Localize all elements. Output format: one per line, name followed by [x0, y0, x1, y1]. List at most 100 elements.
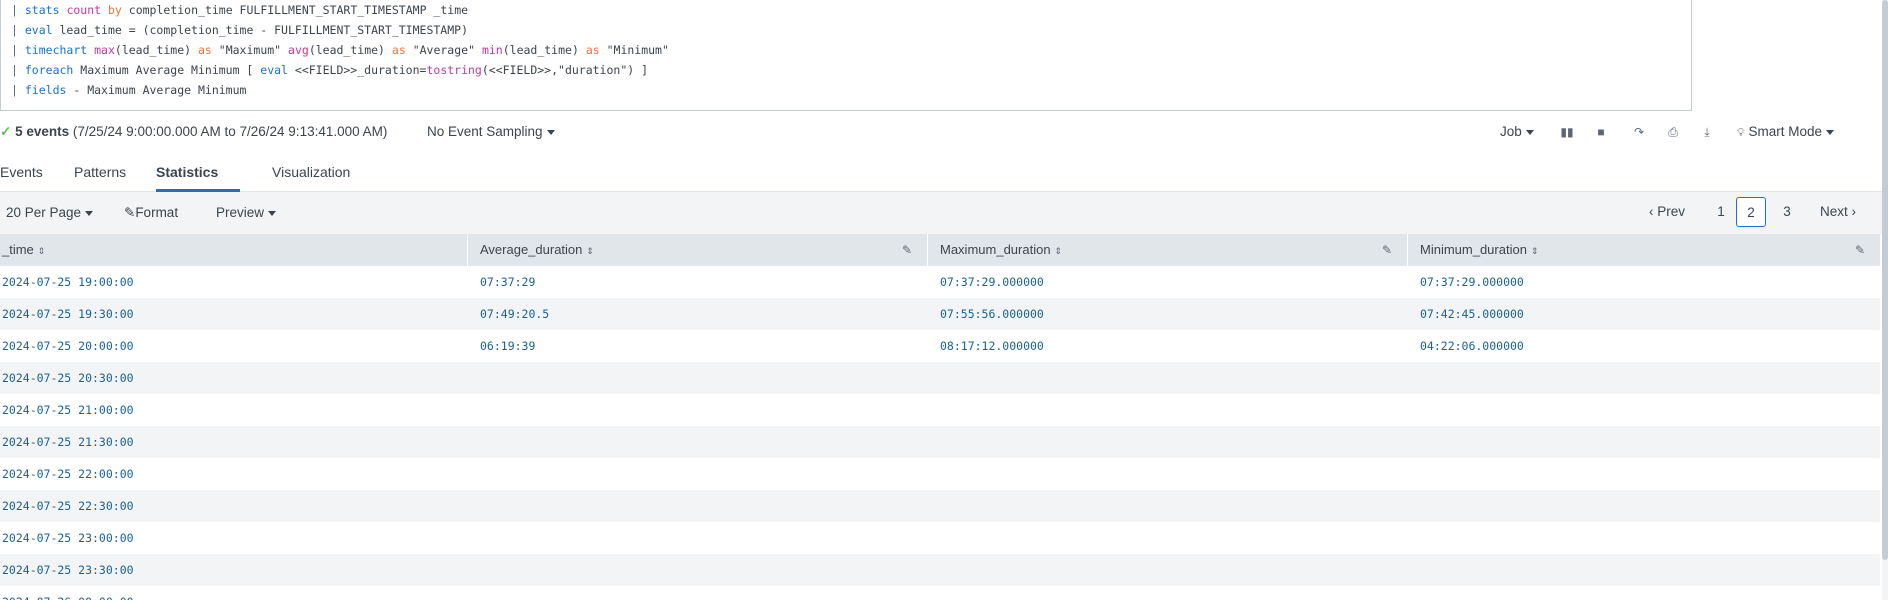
table-row: 2024-07-26 00:00:00: [0, 586, 1880, 600]
scrollbar-thumb[interactable]: [1882, 0, 1888, 560]
chevron-down-icon: [268, 210, 277, 216]
table-row: 2024-07-25 20:30:00: [0, 362, 1880, 394]
page-3-button[interactable]: 3: [1772, 197, 1802, 227]
tab-events[interactable]: Events: [0, 152, 43, 192]
query-token: (lead_time): [502, 43, 586, 57]
query-token: by: [108, 3, 122, 17]
print-icon[interactable]: ⎙: [1665, 124, 1681, 140]
table-row: 2024-07-25 19:30:00 07:49:20.5 07:55:56.00…: [0, 298, 1880, 330]
table-controls: 20 Per Page ✎Format Preview: [0, 192, 1888, 234]
chevron-down-icon: [1826, 129, 1834, 135]
job-dropdown[interactable]: Job: [1500, 116, 1534, 148]
query-pipe: |: [11, 23, 18, 37]
sort-icon[interactable]: ⇕: [1531, 235, 1539, 267]
query-token: <<FIELD>>_duration=: [287, 63, 427, 77]
query-token: foreach: [24, 63, 74, 77]
column-header[interactable]: _time ⇕: [2, 234, 45, 266]
query-line: | timechart max(lead_time) as "Maximum" …: [11, 40, 669, 60]
stop-icon[interactable]: ■: [1593, 124, 1609, 140]
preview-label: Preview: [216, 205, 265, 220]
query-token: eval: [24, 23, 53, 37]
sort-icon[interactable]: ⇕: [586, 235, 594, 267]
column-header[interactable]: Average_duration ⇕: [480, 234, 594, 266]
table-cell[interactable]: 2024-07-25 20:30:00: [2, 362, 134, 394]
table-cell[interactable]: 07:42:45.000000: [1420, 298, 1524, 330]
event-sampling-dropdown[interactable]: No Event Sampling: [427, 116, 555, 148]
sort-icon[interactable]: ⇕: [1055, 235, 1063, 267]
table-cell[interactable]: 07:55:56.000000: [940, 298, 1044, 330]
vertical-scrollbar[interactable]: [1882, 0, 1888, 600]
table-cell[interactable]: 2024-07-25 19:30:00: [2, 298, 134, 330]
search-mode-label: Smart Mode: [1748, 124, 1822, 139]
sort-icon[interactable]: ⇕: [38, 235, 46, 267]
edit-column-icon[interactable]: ✎: [1382, 234, 1392, 266]
column-divider[interactable]: [927, 234, 928, 266]
lightbulb-icon: 💡︎: [1737, 127, 1745, 139]
table-header: _time ⇕ Average_duration ⇕ Maximum_duration ⇕…: [0, 234, 1880, 266]
query-token: "Average": [405, 43, 482, 57]
share-icon[interactable]: ↷: [1631, 124, 1647, 140]
table-cell[interactable]: 2024-07-25 23:00:00: [2, 522, 134, 554]
tab-visualization[interactable]: Visualization: [272, 152, 350, 192]
edit-column-icon[interactable]: ✎: [1855, 234, 1865, 266]
pause-icon[interactable]: ▮▮: [1559, 124, 1575, 140]
column-header-label: Maximum_duration: [940, 242, 1051, 257]
tab-patterns[interactable]: Patterns: [74, 152, 126, 192]
query-token: eval: [260, 63, 288, 77]
query-token: lead_time = (completion_time - FULFILLME…: [52, 23, 469, 37]
query-token: (lead_time): [308, 43, 392, 57]
table-row: 2024-07-25 23:00:00: [0, 522, 1880, 554]
table-cell[interactable]: 2024-07-26 00:00:00: [2, 586, 134, 600]
next-label: Next: [1819, 204, 1848, 219]
edit-column-icon[interactable]: ✎: [902, 234, 912, 266]
query-token: as: [585, 43, 600, 57]
query-pipe: |: [11, 43, 18, 57]
query-token: Maximum Average Minimum [: [73, 63, 261, 77]
page-2-button[interactable]: 2: [1736, 197, 1766, 227]
table-cell[interactable]: 2024-07-25 21:30:00: [2, 426, 134, 458]
chevron-right-icon: ›: [1851, 204, 1857, 219]
chevron-down-icon: [546, 129, 555, 135]
format-button[interactable]: ✎Format: [124, 192, 178, 234]
table-cell[interactable]: 2024-07-25 22:30:00: [2, 490, 134, 522]
table-row: 2024-07-25 22:30:00: [0, 490, 1880, 522]
table-cell[interactable]: 04:22:06.000000: [1420, 330, 1524, 362]
prev-page-button[interactable]: ‹ Prev: [1643, 197, 1691, 227]
export-icon[interactable]: ⤓: [1699, 124, 1715, 140]
table-cell[interactable]: 07:49:20.5: [480, 298, 549, 330]
column-header[interactable]: Maximum_duration ⇕: [940, 234, 1062, 266]
chevron-down-icon: [1525, 129, 1534, 135]
column-header[interactable]: Minimum_duration ⇕: [1420, 234, 1538, 266]
table-row: 2024-07-25 21:30:00: [0, 426, 1880, 458]
search-mode-dropdown[interactable]: 💡︎ Smart Mode: [1737, 116, 1834, 148]
column-divider[interactable]: [467, 234, 468, 266]
table-cell[interactable]: 2024-07-25 19:00:00: [2, 266, 134, 298]
query-token: "Maximum": [211, 43, 289, 57]
query-token: tostring: [426, 63, 482, 77]
page-1-button[interactable]: 1: [1706, 197, 1736, 227]
next-page-button[interactable]: Next ›: [1812, 197, 1864, 227]
query-token: min: [481, 43, 503, 57]
table-cell[interactable]: 2024-07-25 22:00:00: [2, 458, 134, 490]
per-page-dropdown[interactable]: 20 Per Page: [6, 192, 94, 234]
query-token: max: [94, 43, 115, 57]
table-cell[interactable]: 2024-07-25 21:00:00: [2, 394, 134, 426]
table-cell[interactable]: 07:37:29.000000: [1420, 266, 1524, 298]
query-token: as: [391, 43, 406, 57]
table-cell[interactable]: 07:37:29: [480, 266, 535, 298]
table-cell[interactable]: 2024-07-25 23:30:00: [2, 554, 134, 586]
table-row: 2024-07-25 19:00:00 07:37:29 07:37:29.0000…: [0, 266, 1880, 298]
job-label: Job: [1500, 124, 1522, 139]
preview-dropdown[interactable]: Preview: [216, 192, 277, 234]
tab-statistics[interactable]: Statistics (49): [156, 152, 240, 220]
table-cell[interactable]: 2024-07-25 20:00:00: [2, 330, 134, 362]
column-divider[interactable]: [1407, 234, 1408, 266]
query-token: fields: [24, 83, 67, 97]
format-label: Format: [135, 205, 179, 220]
table-cell[interactable]: 07:37:29.000000: [940, 266, 1044, 298]
table-cell[interactable]: 08:17:12.000000: [940, 330, 1044, 362]
table-cell[interactable]: 06:19:39: [480, 330, 535, 362]
search-editor[interactable]: | stats count by completion_time FULFILL…: [0, 0, 1692, 111]
query-token: avg: [288, 43, 309, 57]
query-line: | eval lead_time = (completion_time - FU…: [11, 20, 468, 40]
